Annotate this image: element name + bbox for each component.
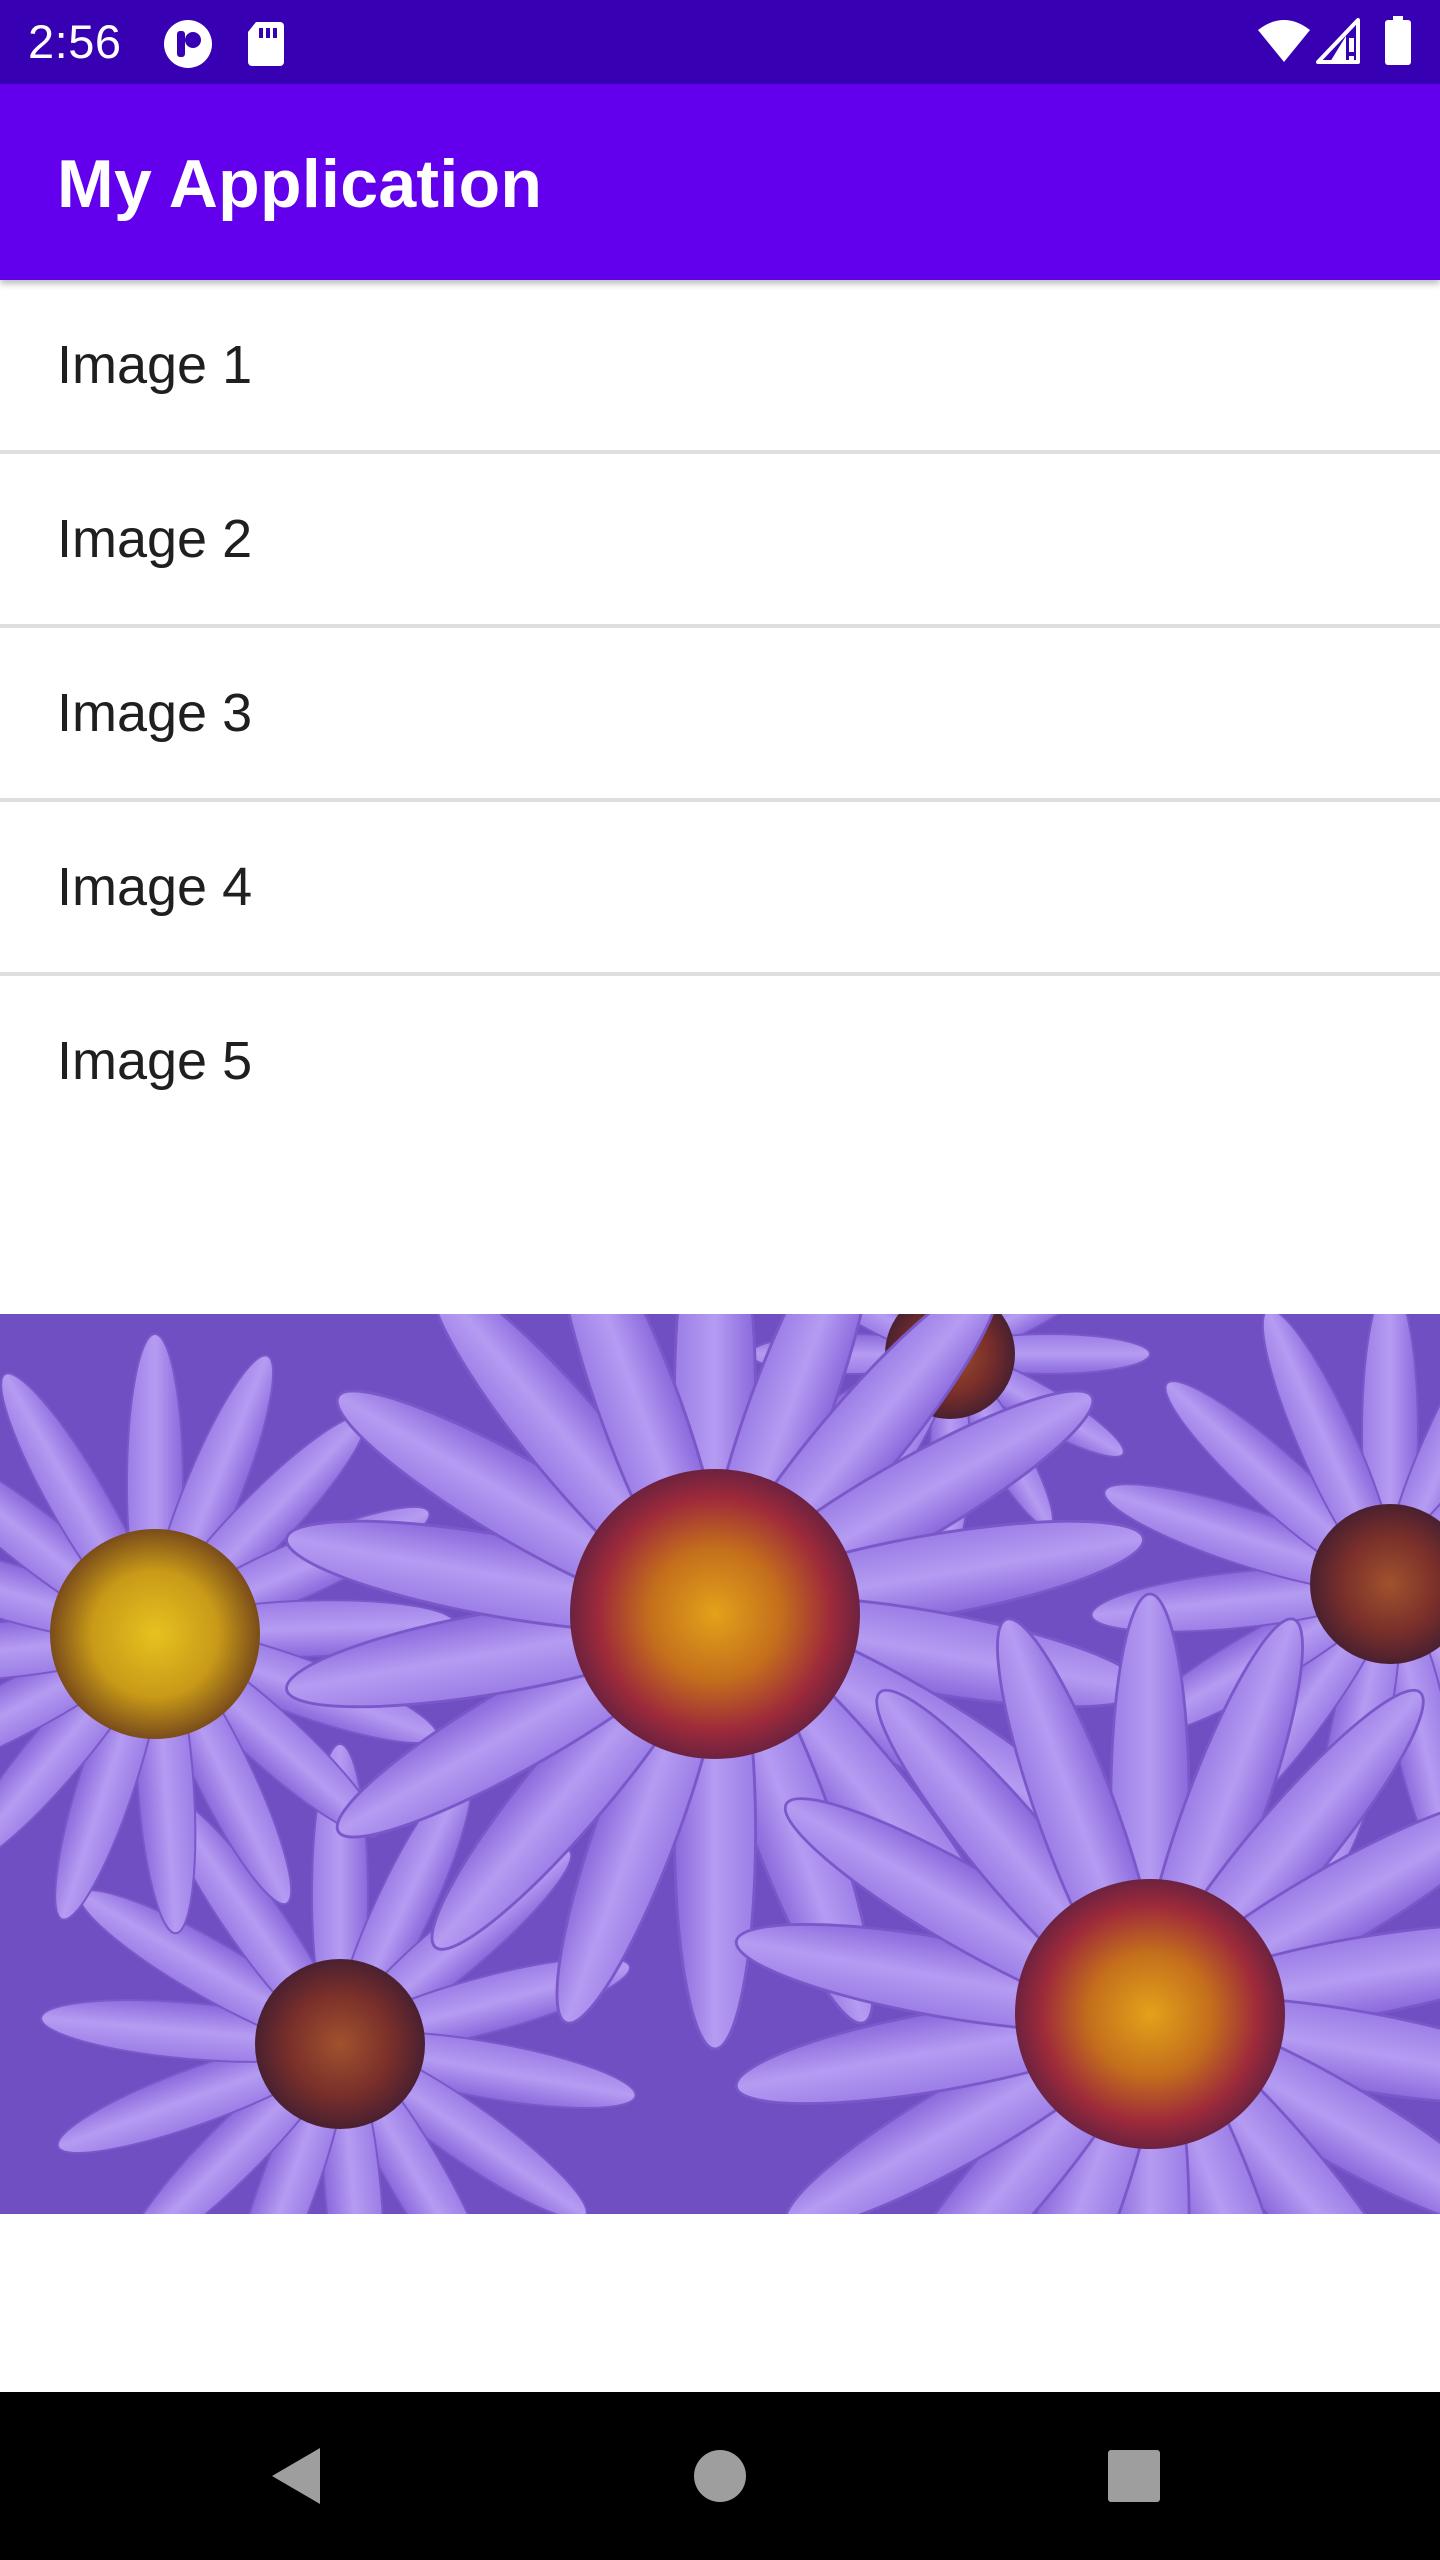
home-icon[interactable]	[678, 2434, 762, 2518]
list-item-image-3[interactable]: Image 3	[0, 628, 1440, 802]
list-item-image-5[interactable]: Image 5	[0, 976, 1440, 1146]
navigation-bar	[0, 2392, 1440, 2560]
list-item-label: Image 3	[57, 683, 253, 743]
list-item-image-4[interactable]: Image 4	[0, 802, 1440, 976]
back-icon[interactable]	[256, 2434, 340, 2518]
flower-image	[0, 1314, 1440, 2214]
app-title: My Application	[57, 146, 543, 222]
list-item-label: Image 2	[57, 509, 253, 569]
list-item-label: Image 4	[57, 857, 253, 917]
list-item-image-2[interactable]: Image 2	[0, 454, 1440, 628]
sd-card-icon	[246, 20, 286, 73]
notification-app-icon	[162, 18, 214, 75]
battery-icon	[1384, 16, 1412, 71]
status-bar: 2:56	[0, 0, 1440, 84]
list-item-label: Image 5	[57, 1031, 253, 1091]
image-list: Image 1 Image 2 Image 3 Image 4 Image 5	[0, 280, 1440, 1146]
wifi-icon	[1256, 18, 1312, 69]
app-bar: My Application	[0, 84, 1440, 280]
recents-icon[interactable]	[1092, 2434, 1176, 2518]
screen: 2:56 My Application Image 1 Image 2 Imag…	[0, 0, 1440, 2560]
status-time: 2:56	[28, 15, 122, 68]
list-item-image-1[interactable]: Image 1	[0, 280, 1440, 454]
cell-signal-icon	[1316, 18, 1360, 69]
list-item-label: Image 1	[57, 335, 253, 395]
